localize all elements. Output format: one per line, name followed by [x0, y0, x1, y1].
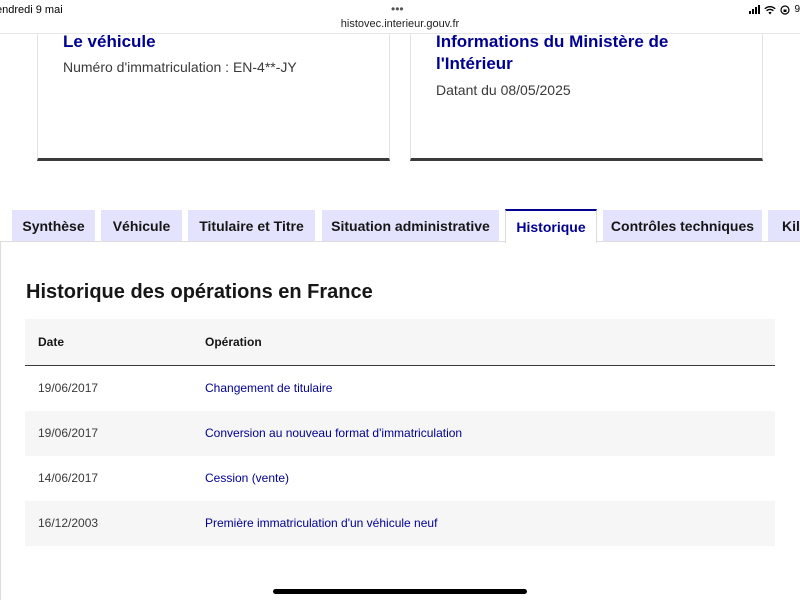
operations-table: Date Opération 19/06/2017 Changement de …: [25, 319, 775, 546]
row-operation-link[interactable]: Cession (vente): [205, 471, 289, 485]
ministry-info-card: Informations du Ministère de l'Intérieur…: [410, 32, 763, 161]
row-operation-link[interactable]: Première immatriculation d'un véhicule n…: [205, 516, 437, 530]
row-date: 14/06/2017: [38, 471, 99, 485]
status-bar: endredi 9 mai ••• histovec.interieur.gou…: [0, 0, 800, 34]
row-operation-link[interactable]: Changement de titulaire: [205, 381, 332, 395]
table-row: 14/06/2017 Cession (vente): [25, 456, 775, 501]
battery-percentage: 9: [794, 4, 800, 15]
table-row: 19/06/2017 Conversion au nouveau format …: [25, 411, 775, 456]
row-date: 19/06/2017: [38, 381, 99, 395]
tab-bar: Synthèse Véhicule Titulaire et Titre Sit…: [0, 209, 800, 243]
tab-controles-techniques[interactable]: Contrôles techniques: [603, 210, 762, 242]
ministry-info-title: Informations du Ministère de l'Intérieur: [436, 32, 669, 73]
orientation-lock-icon: [780, 4, 791, 15]
more-options-icon[interactable]: •••: [391, 2, 404, 16]
tab-synthese[interactable]: Synthèse: [12, 210, 95, 242]
panel-border: [0, 241, 1, 600]
registration-number: Numéro d'immatriculation : EN-4**-JY: [63, 59, 297, 75]
table-row: 19/06/2017 Changement de titulaire: [25, 366, 775, 411]
tab-situation-administrative[interactable]: Situation administrative: [322, 210, 499, 242]
status-date: endredi 9 mai: [0, 4, 63, 16]
section-title: Historique des opérations en France: [26, 281, 373, 303]
status-icons: 9: [749, 4, 800, 15]
row-date: 19/06/2017: [38, 426, 99, 440]
info-date: Datant du 08/05/2025: [436, 82, 571, 98]
row-date: 16/12/2003: [38, 516, 99, 530]
vehicle-card: Le véhicule Numéro d'immatriculation : E…: [37, 32, 390, 161]
tab-divider: [0, 241, 800, 242]
tab-kilometrage[interactable]: Kil: [768, 210, 800, 242]
signal-icon: [749, 5, 761, 14]
tab-historique[interactable]: Historique: [505, 209, 597, 243]
tab-titulaire-titre[interactable]: Titulaire et Titre: [188, 210, 315, 242]
home-indicator[interactable]: [273, 589, 527, 594]
address-bar-url[interactable]: histovec.interieur.gouv.fr: [0, 18, 800, 30]
column-header-operation: Opération: [205, 335, 262, 349]
wifi-icon: [764, 5, 777, 15]
table-header: Date Opération: [25, 319, 775, 366]
table-row: 16/12/2003 Première immatriculation d'un…: [25, 501, 775, 546]
row-operation-link[interactable]: Conversion au nouveau format d'immatricu…: [205, 426, 462, 440]
tab-vehicule[interactable]: Véhicule: [101, 210, 182, 242]
column-header-date: Date: [38, 335, 65, 349]
vehicle-card-title: Le véhicule: [63, 32, 156, 51]
